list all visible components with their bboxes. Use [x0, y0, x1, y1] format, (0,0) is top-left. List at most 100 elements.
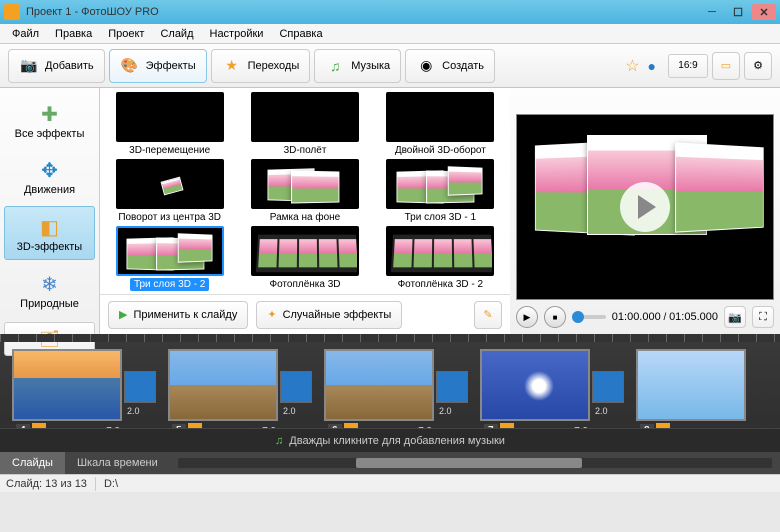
status-slide-count: Слайд: 13 из 13 — [6, 478, 87, 490]
tab-slides[interactable]: Слайды — [0, 452, 65, 474]
timeline-scrollbar[interactable] — [178, 458, 772, 468]
tab-timescale[interactable]: Шкала времени — [65, 452, 170, 474]
settings-button[interactable]: ⚙ — [744, 52, 772, 80]
menu-file[interactable]: Файл — [4, 26, 47, 42]
effect-item[interactable]: Фотоплёнка 3D - 2 — [377, 226, 504, 291]
minimize-button[interactable]: ─ — [700, 4, 724, 20]
play-button[interactable]: ▶ — [516, 306, 538, 328]
globe-icon[interactable]: ● — [648, 58, 656, 74]
disc-icon: ◉ — [416, 56, 436, 76]
effect-item[interactable]: Рамка на фоне — [241, 159, 368, 224]
effect-item-selected[interactable]: Три слоя 3D - 2 — [106, 226, 233, 291]
stop-button[interactable]: ■ — [544, 306, 566, 328]
seek-handle[interactable] — [572, 311, 584, 323]
preview-viewport[interactable] — [516, 114, 774, 300]
sidebar-motion[interactable]: ✥Движения — [4, 150, 95, 202]
effect-item[interactable]: Фотоплёнка 3D — [241, 226, 368, 291]
preview-panel: ▶ ■ 01:00.000 / 01:05.000 📷 ⛶ — [510, 88, 780, 334]
menu-settings[interactable]: Настройки — [202, 26, 272, 42]
slide-duration: 7.0 — [106, 426, 120, 428]
wand-icon: ✦ — [267, 308, 276, 321]
window-title: Проект 1 - ФотоШОУ PRO — [26, 6, 159, 18]
effect-item[interactable]: Поворот из центра 3D — [106, 159, 233, 224]
palette-icon: 🎨 — [120, 56, 140, 76]
slide-index: 5 — [172, 424, 186, 428]
menu-slide[interactable]: Слайд — [152, 26, 201, 42]
create-button[interactable]: ◉Создать — [405, 49, 495, 83]
timeline: 4 7.0 2.0 5 7.0 2.0 6 7.0 2.0 7 7.0 2.0 … — [0, 334, 780, 474]
transition-duration: 2.0 — [127, 406, 140, 416]
slide-index: 6 — [328, 424, 342, 428]
effects-panel: 3D-перемещение 3D-полёт Двойной 3D-оборо… — [100, 88, 510, 334]
camera-icon: 📷 — [19, 56, 39, 76]
effect-item[interactable]: Двойной 3D-оборот — [377, 92, 504, 157]
play-overlay-icon[interactable] — [620, 182, 670, 232]
display-button[interactable]: ▭ — [712, 52, 740, 80]
music-tab[interactable]: ♫Музыка — [314, 49, 401, 83]
transition-thumb[interactable]: 2.0 — [124, 371, 156, 403]
timeline-slide[interactable]: 6 7.0 — [324, 349, 434, 421]
add-button[interactable]: 📷Добавить — [8, 49, 105, 83]
transitions-tab[interactable]: ★Переходы — [211, 49, 311, 83]
aspect-ratio[interactable]: 16:9 — [668, 54, 708, 78]
transition-duration: 2.0 — [439, 406, 452, 416]
menu-edit[interactable]: Правка — [47, 26, 100, 42]
scrollbar-thumb[interactable] — [356, 458, 582, 468]
cube-icon: ◧ — [36, 213, 64, 241]
transition-duration: 2.0 — [283, 406, 296, 416]
slide-index: 8 — [640, 424, 654, 428]
menu-project[interactable]: Проект — [100, 26, 152, 42]
star-icon: ★ — [222, 56, 242, 76]
timeline-slide[interactable]: 8 — [636, 349, 746, 421]
slide-duration: 7.0 — [574, 426, 588, 428]
camera-icon: 📷 — [728, 311, 742, 324]
effect-item[interactable]: 3D-перемещение — [106, 92, 233, 157]
timeline-music-track[interactable]: ♫ Дважды кликните для добавления музыки — [0, 428, 780, 452]
brush-button[interactable]: ✎ — [474, 301, 502, 329]
arrows-icon: ✥ — [36, 156, 64, 184]
effects-tab[interactable]: 🎨Эффекты — [109, 49, 207, 83]
effect-item[interactable]: 3D-полёт — [241, 92, 368, 157]
apply-to-slide-button[interactable]: ▶Применить к слайду — [108, 301, 248, 329]
edit-slide-icon[interactable] — [500, 423, 514, 428]
monitor-icon: ▭ — [721, 59, 731, 72]
seek-bar[interactable] — [572, 315, 606, 319]
snowflake-icon: ❄ — [36, 270, 64, 298]
timeline-slide[interactable]: 4 7.0 — [12, 349, 122, 421]
time-display: 01:00.000 / 01:05.000 — [612, 311, 718, 323]
favorite-icon[interactable]: ☆ — [625, 56, 639, 76]
puzzle-icon: ✚ — [36, 100, 64, 128]
timeline-slide[interactable]: 7 7.0 — [480, 349, 590, 421]
sidebar-all-effects[interactable]: ✚Все эффекты — [4, 94, 95, 146]
edit-slide-icon[interactable] — [32, 423, 46, 428]
slide-duration: 7.0 — [262, 426, 276, 428]
slide-index: 4 — [16, 424, 30, 428]
snapshot-button[interactable]: 📷 — [724, 306, 746, 328]
sidebar-3d-effects[interactable]: ◧3D-эффекты — [4, 206, 95, 260]
effects-grid: 3D-перемещение 3D-полёт Двойной 3D-оборо… — [100, 88, 510, 294]
transition-thumb[interactable]: 2.0 — [436, 371, 468, 403]
transition-thumb[interactable]: 2.0 — [592, 371, 624, 403]
edit-slide-icon[interactable] — [656, 423, 670, 428]
transition-thumb[interactable]: 2.0 — [280, 371, 312, 403]
edit-slide-icon[interactable] — [188, 423, 202, 428]
maximize-button[interactable]: ☐ — [726, 4, 750, 20]
timeline-ruler — [0, 334, 780, 342]
close-button[interactable]: ✕ — [752, 4, 776, 20]
slide-duration: 7.0 — [418, 426, 432, 428]
menu-help[interactable]: Справка — [271, 26, 330, 42]
gear-icon: ⚙ — [753, 59, 763, 72]
status-path: D:\ — [104, 478, 118, 490]
effect-item[interactable]: Три слоя 3D - 1 — [377, 159, 504, 224]
brush-icon: ✎ — [483, 308, 492, 321]
slide-index: 7 — [484, 424, 498, 428]
edit-slide-icon[interactable] — [344, 423, 358, 428]
random-effects-button[interactable]: ✦Случайные эффекты — [256, 301, 402, 329]
stop-icon: ■ — [553, 313, 558, 322]
timeline-slides[interactable]: 4 7.0 2.0 5 7.0 2.0 6 7.0 2.0 7 7.0 2.0 … — [0, 342, 780, 428]
timeline-slide[interactable]: 5 7.0 — [168, 349, 278, 421]
fullscreen-button[interactable]: ⛶ — [752, 306, 774, 328]
sidebar-nature[interactable]: ❄Природные — [4, 264, 95, 316]
timeline-tabs: Слайды Шкала времени — [0, 452, 780, 474]
effects-actions: ▶Применить к слайду ✦Случайные эффекты ✎ — [100, 294, 510, 334]
